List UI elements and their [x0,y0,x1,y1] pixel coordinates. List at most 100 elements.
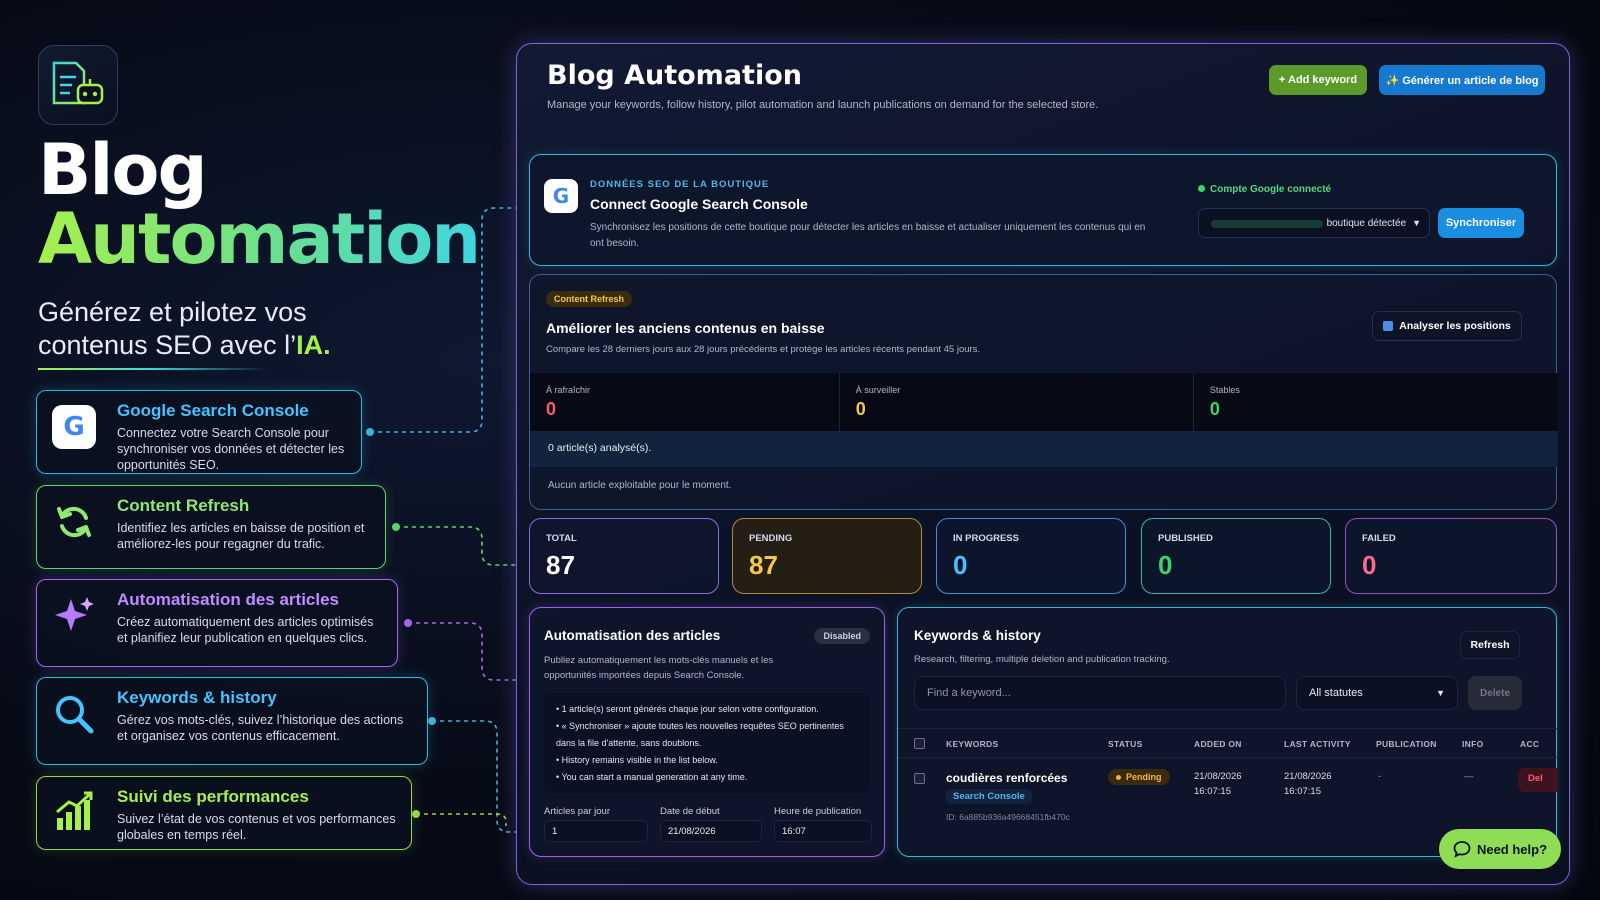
feature-card-gsc: G Google Search Console Connectez votre … [36,390,362,474]
gsc-eyebrow: DONNÉES SEO DE LA BOUTIQUE [590,179,770,190]
empty-state: Aucun article exploitable pour le moment… [548,480,732,491]
feature-title: Suivi des performances [117,787,309,806]
gsc-desc: Synchronisez les positions de cette bout… [590,222,1146,249]
info-cell: — [1464,771,1474,782]
gsc-card: G DONNÉES SEO DE LA BOUTIQUE Connect Goo… [529,154,1557,266]
start-date-input[interactable]: 21/08/2026 [660,820,762,842]
analyse-positions-button[interactable]: Analyser les positions [1372,311,1522,341]
status-filter-select[interactable]: All statutes ▼ [1296,676,1458,710]
gsc-connected-status: Compte Google connecté [1198,184,1331,195]
kpi-total: TOTAL 87 [529,518,719,594]
feature-title: Keywords & history [117,688,277,707]
column-header[interactable]: PUBLICATION [1376,739,1437,749]
keywords-title: Keywords & history [914,628,1041,643]
column-header[interactable]: INFO [1462,739,1484,749]
feature-desc: Connectez votre Search Console pour sync… [117,426,345,472]
chart-icon [1383,321,1394,331]
source-badge: Search Console [946,789,1032,804]
app-window: Blog Automation Manage your keywords, fo… [516,43,1570,885]
feature-title: Automatisation des articles [117,590,340,609]
keywords-table-header: KEYWORDS STATUS ADDED ON LAST ACTIVITY P… [898,728,1558,758]
kpi-published: PUBLISHED 0 [1141,518,1331,594]
feature-card-refresh: Content Refresh Identifiez les articles … [36,485,386,569]
hero-accent: IA [296,330,324,360]
list-item: History remains visible in the list belo… [556,752,858,769]
feature-desc: Gérez vos mots-clés, suivez l’historique… [117,713,404,743]
feature-title: Content Refresh [117,496,250,515]
masked-store-name [1211,220,1323,228]
last-activity-cell: 21/08/2026 16:07:15 [1284,771,1332,797]
row-checkbox[interactable] [914,773,925,784]
chevron-down-icon: ▼ [1412,218,1421,228]
row-delete-button[interactable]: Del [1518,768,1558,792]
content-refresh-badge: Content Refresh [546,291,633,307]
start-date-label: Date de début [660,806,720,817]
list-item: 1 article(s) seront générés chaque jour … [556,701,858,718]
kpi-in-progress: IN PROGRESS 0 [936,518,1126,594]
articles-per-day-label: Articles par jour [544,806,610,817]
stat-stable: Stables 0 [1209,385,1240,419]
hero-title-line2: Automation [38,197,481,280]
stat-to-watch: À surveiller 0 [840,373,1194,431]
sparkle-icon [55,597,94,631]
feature-desc: Créez automatiquement des articles optim… [117,615,374,645]
keyword-id: ID: 6a885b936a49668451fb470c [946,812,1070,822]
analysed-count: 0 article(s) analysé(s). [530,431,1558,467]
page-title: Blog Automation [547,60,802,91]
status-dot-icon [1198,185,1205,192]
status-badge: Pending [1108,769,1170,785]
generate-article-button[interactable]: ✨ Générer un article de blog [1379,65,1545,95]
automation-card: Automatisation des articles Disabled Pub… [529,607,885,857]
column-header[interactable]: STATUS [1108,739,1143,749]
search-icon [56,696,94,734]
keyword-search-input[interactable] [914,676,1286,710]
automation-desc: Publiez automatiquement les mots-clés ma… [544,655,774,681]
automation-status-badge[interactable]: Disabled [814,628,870,644]
automation-title: Automatisation des articles [544,628,721,643]
refresh-desc: Compare les 28 derniers jours aux 28 jou… [546,344,981,355]
hero-divider [38,368,268,370]
stat-to-refresh: À rafraîchir 0 [530,373,840,431]
list-item: You can start a manual generation at any… [556,769,858,786]
content-refresh-card: Content Refresh Améliorer les anciens co… [529,274,1558,510]
column-header[interactable]: KEYWORDS [946,739,998,749]
added-on-cell: 21/08/2026 16:07:15 [1194,771,1242,797]
column-header[interactable]: ADDED ON [1194,739,1242,749]
refresh-title: Améliorer les anciens contenus en baisse [546,320,825,336]
select-all-checkbox[interactable] [914,738,925,749]
chevron-down-icon: ▼ [1436,688,1445,698]
google-icon: G [52,405,96,449]
chat-bubble-icon [1453,841,1471,858]
publish-time-label: Heure de publication [774,806,862,817]
kpi-failed: FAILED 0 [1345,518,1557,594]
need-help-button[interactable]: Need help? [1439,829,1561,869]
delete-selected-button[interactable]: Delete [1468,676,1522,710]
list-item: « Synchroniser » ajoute toutes les nouve… [556,718,858,752]
column-header[interactable]: LAST ACTIVITY [1284,739,1351,749]
feature-desc: Suivez l’état de vos contenus et vos per… [117,812,396,842]
store-select[interactable]: boutique détectée ▼ [1198,208,1430,238]
refresh-button[interactable]: Refresh [1460,631,1520,659]
app-logo [38,45,118,125]
keyword-name[interactable]: coudières renforcées [946,771,1067,786]
keywords-desc: Research, filtering, multiple deletion a… [914,654,1170,665]
feature-card-automation: Automatisation des articles Créez automa… [36,579,398,667]
add-keyword-button[interactable]: + Add keyword [1269,65,1367,95]
feature-title: Google Search Console [117,401,309,420]
refresh-icon [57,506,91,538]
keywords-card: Keywords & history Research, filtering, … [897,607,1558,857]
automation-info-list: 1 article(s) seront générés chaque jour … [544,693,870,793]
publish-time-input[interactable]: 16:07 [774,820,872,842]
google-icon: G [544,179,578,213]
chart-icon [56,791,93,830]
refresh-stats: À rafraîchir 0 À surveiller 0 Stables 0 [530,373,1558,431]
document-robot-icon [52,61,104,105]
feature-card-keywords: Keywords & history Gérez vos mots-clés, … [36,677,428,765]
sync-button[interactable]: Synchroniser [1438,208,1524,238]
feature-desc: Identifiez les articles en baisse de pos… [117,521,365,551]
gsc-title: Connect Google Search Console [590,196,808,212]
page-subtitle: Manage your keywords, follow history, pi… [547,99,1099,111]
articles-per-day-input[interactable]: 1 [544,820,648,842]
column-header[interactable]: ACC [1520,739,1539,749]
feature-card-performance: Suivi des performances Suivez l’état de … [36,776,412,850]
